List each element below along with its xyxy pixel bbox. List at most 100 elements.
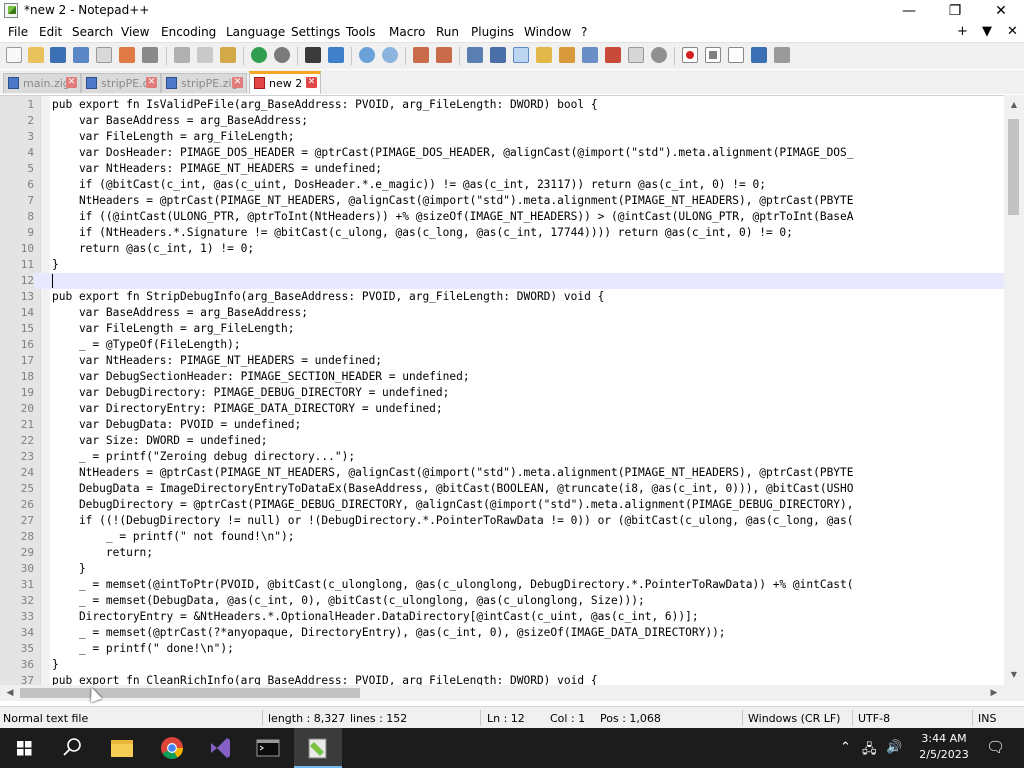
scroll-down-icon[interactable]: ▼ [1004, 667, 1024, 683]
sync-vertical-icon[interactable] [413, 47, 429, 63]
code-line[interactable]: 16 _ = @TypeOf(FileLength); [0, 337, 1004, 353]
code-text[interactable]: if (NtHeaders.*.Signature != @bitCast(c_… [52, 225, 793, 241]
menu-search[interactable]: Search [72, 25, 113, 39]
menu-edit[interactable]: Edit [39, 25, 62, 39]
code-text[interactable]: DebugData = ImageDirectoryEntryToDataEx(… [52, 481, 854, 497]
minimize-button[interactable]: — [886, 0, 932, 22]
code-line[interactable]: 12 [0, 273, 1004, 289]
vertical-scroll-thumb[interactable] [1008, 119, 1019, 215]
paste-icon[interactable] [220, 47, 236, 63]
open-file-icon[interactable] [28, 47, 44, 63]
tab-close-icon[interactable]: ✕ [66, 77, 77, 88]
code-text[interactable]: } [52, 257, 59, 273]
code-text[interactable]: var DebugData: PVOID = undefined; [52, 417, 301, 433]
code-line[interactable]: 35 _ = printf(" done!\n"); [0, 641, 1004, 657]
new-tab-icon[interactable]: + [957, 24, 968, 39]
taskbar-file-explorer[interactable] [98, 728, 146, 768]
restore-button[interactable]: ❐ [932, 0, 978, 22]
tab-close-icon[interactable]: ✕ [232, 77, 243, 88]
monitoring-icon[interactable] [628, 47, 644, 63]
code-text[interactable]: var BaseAddress = arg_BaseAddress; [52, 113, 308, 129]
code-line[interactable]: 3 var FileLength = arg_FileLength; [0, 129, 1004, 145]
save-all-icon[interactable] [73, 47, 89, 63]
indent-guide-icon[interactable] [513, 47, 529, 63]
code-line[interactable]: 27 if ((!(DebugDirectory != null) or !(D… [0, 513, 1004, 529]
tab-new-2[interactable]: new 2 ✕ [249, 71, 321, 94]
status-insert-mode[interactable]: INS [978, 712, 996, 725]
undo-icon[interactable] [251, 47, 267, 63]
taskbar-terminal[interactable] [244, 728, 292, 768]
code-text[interactable]: var NtHeaders: PIMAGE_NT_HEADERS = undef… [52, 161, 382, 177]
code-line[interactable]: 7 NtHeaders = @ptrCast(PIMAGE_NT_HEADERS… [0, 193, 1004, 209]
code-line[interactable]: 8 if ((@intCast(ULONG_PTR, @ptrToInt(NtH… [0, 209, 1004, 225]
tray-chevron-up-icon[interactable]: ⌃ [840, 740, 851, 755]
tab-strippe-c[interactable]: stripPE.c ✕ [81, 73, 161, 93]
copy-icon[interactable] [197, 47, 213, 63]
code-line[interactable]: 36} [0, 657, 1004, 673]
volume-icon[interactable]: 🔊 [886, 740, 902, 755]
code-text[interactable]: var DebugSectionHeader: PIMAGE_SECTION_H… [52, 369, 470, 385]
run-macro-multiple-icon[interactable] [751, 47, 767, 63]
taskbar-clock[interactable]: 3:44 AM 2/5/2023 [914, 731, 974, 763]
code-line[interactable]: 15 var FileLength = arg_FileLength; [0, 321, 1004, 337]
code-line[interactable]: 29 return; [0, 545, 1004, 561]
code-text[interactable]: if ((!(DebugDirectory != null) or !(Debu… [52, 513, 854, 529]
code-line[interactable]: 30 } [0, 561, 1004, 577]
code-line[interactable]: 19 var DebugDirectory: PIMAGE_DEBUG_DIRE… [0, 385, 1004, 401]
menu-plugins[interactable]: Plugins [471, 25, 514, 39]
folder-as-workspace-icon[interactable] [605, 47, 621, 63]
code-line[interactable]: 2 var BaseAddress = arg_BaseAddress; [0, 113, 1004, 129]
code-text[interactable]: var FileLength = arg_FileLength; [52, 129, 295, 145]
code-line[interactable]: 9 if (NtHeaders.*.Signature != @bitCast(… [0, 225, 1004, 241]
taskbar-notepadpp[interactable] [294, 728, 342, 768]
word-wrap-icon[interactable] [467, 47, 483, 63]
code-text[interactable]: DirectoryEntry = &NtHeaders.*.OptionalHe… [52, 609, 699, 625]
code-text[interactable]: var NtHeaders: PIMAGE_NT_HEADERS = undef… [52, 353, 382, 369]
zoom-out-icon[interactable] [382, 47, 398, 63]
code-text[interactable]: _ = printf("Zeroing debug directory...")… [52, 449, 355, 465]
redo-icon[interactable] [274, 47, 290, 63]
code-text[interactable]: var DebugDirectory: PIMAGE_DEBUG_DIRECTO… [52, 385, 449, 401]
code-line[interactable]: 5 var NtHeaders: PIMAGE_NT_HEADERS = und… [0, 161, 1004, 177]
tab-close-icon[interactable]: ✕ [146, 77, 157, 88]
save-macro-icon[interactable] [774, 47, 790, 63]
taskbar-visual-studio[interactable] [196, 728, 244, 768]
editor[interactable]: 1 pub export fn IsValidPeFile(arg_BaseAdd… [0, 95, 1004, 686]
code-line[interactable]: 32 _ = memset(DebugData, @as(c_int, 0), … [0, 593, 1004, 609]
status-eol[interactable]: Windows (CR LF) [748, 712, 840, 725]
code-text[interactable]: var DosHeader: PIMAGE_DOS_HEADER = @ptrC… [52, 145, 854, 161]
find-icon[interactable] [305, 47, 321, 63]
user-defined-language-icon[interactable] [536, 47, 552, 63]
code-text[interactable]: pub export fn IsValidPeFile(arg_BaseAddr… [52, 97, 598, 113]
menu-tools[interactable]: Tools [346, 25, 376, 39]
close-file-icon[interactable] [96, 47, 112, 63]
code-line[interactable]: 28 _ = printf(" not found!\n"); [0, 529, 1004, 545]
code-line[interactable]: 11} [0, 257, 1004, 273]
code-text[interactable]: NtHeaders = @ptrCast(PIMAGE_NT_HEADERS, … [52, 193, 854, 209]
search-button[interactable] [48, 728, 96, 768]
stop-macro-icon[interactable] [705, 47, 721, 63]
replace-icon[interactable] [328, 47, 344, 63]
menu-view[interactable]: View [121, 25, 149, 39]
code-text[interactable]: DebugDirectory = @ptrCast(PIMAGE_DEBUG_D… [52, 497, 854, 513]
code-line[interactable]: 20 var DirectoryEntry: PIMAGE_DATA_DIREC… [0, 401, 1004, 417]
code-line[interactable]: 10 return @as(c_int, 1) != 0; [0, 241, 1004, 257]
taskbar-chrome[interactable] [148, 728, 196, 768]
menu-run[interactable]: Run [436, 25, 459, 39]
cut-icon[interactable] [174, 47, 190, 63]
code-line[interactable]: 22 var Size: DWORD = undefined; [0, 433, 1004, 449]
record-macro-icon[interactable] [682, 47, 698, 63]
code-text[interactable]: if ((@intCast(ULONG_PTR, @ptrToInt(NtHea… [52, 209, 854, 225]
code-line[interactable]: 31 _ = memset(@intToPtr(PVOID, @bitCast(… [0, 577, 1004, 593]
code-line[interactable]: 14 var BaseAddress = arg_BaseAddress; [0, 305, 1004, 321]
code-text[interactable]: _ = memset(@ptrCast(?*anyopaque, Directo… [52, 625, 726, 641]
close-document-icon[interactable]: ✕ [1007, 24, 1018, 39]
code-line[interactable]: 18 var DebugSectionHeader: PIMAGE_SECTIO… [0, 369, 1004, 385]
code-line[interactable]: 33 DirectoryEntry = &NtHeaders.*.Optiona… [0, 609, 1004, 625]
menu-help[interactable]: ? [581, 25, 587, 39]
scroll-left-icon[interactable]: ◀ [2, 685, 18, 701]
status-encoding[interactable]: UTF-8 [858, 712, 890, 725]
tab-strippe-zig[interactable]: stripPE.zig ✕ [161, 73, 247, 93]
code-text[interactable]: return; [52, 545, 153, 561]
network-icon[interactable]: 🖧 [862, 740, 877, 762]
